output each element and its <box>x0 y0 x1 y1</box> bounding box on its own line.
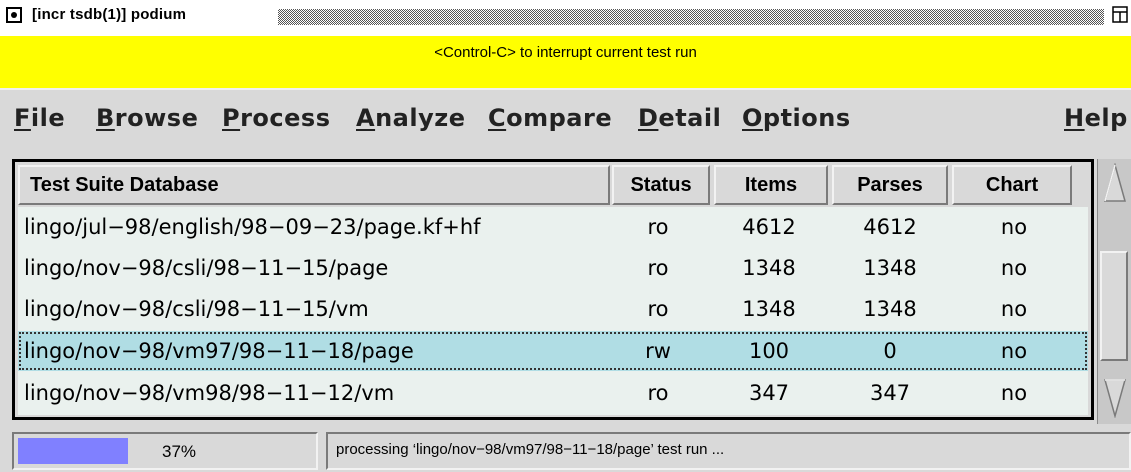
table-row[interactable]: lingo/jul−98/english/98−09−23/page.kf+hf… <box>18 207 1088 247</box>
menu-help-mnemonic: H <box>1064 104 1085 132</box>
menu-browse-label: rowse <box>114 104 199 132</box>
menu-file-mnemonic: F <box>14 104 31 132</box>
cell-parses: 1348 <box>863 256 917 280</box>
interrupt-banner-text: <Control-C> to interrupt current test ru… <box>434 44 697 61</box>
cell-status: ro <box>647 215 669 239</box>
menu-process-label: rocess <box>240 104 331 132</box>
cell-items: 1348 <box>742 256 796 280</box>
column-header-status[interactable]: Status <box>612 165 710 205</box>
menu-detail-mnemonic: D <box>638 104 659 132</box>
cell-parses: 0 <box>883 339 897 363</box>
progress-fill <box>18 438 128 464</box>
cell-status: ro <box>647 256 669 280</box>
cell-items: 1348 <box>742 297 796 321</box>
menu-options[interactable]: Options <box>742 104 851 132</box>
window-title: [incr tsdb(1)] podium <box>32 6 187 23</box>
title-bar: [incr tsdb(1)] podium <box>0 0 1131 36</box>
scroll-down-arrow-icon[interactable] <box>1103 378 1127 419</box>
column-header-parses[interactable]: Parses <box>832 165 948 205</box>
cell-items: 100 <box>748 339 790 363</box>
vertical-scrollbar[interactable] <box>1097 159 1131 424</box>
menu-compare-label: ompare <box>506 104 613 132</box>
cell-chart: no <box>1000 297 1028 321</box>
cell-database: lingo/nov−98/csli/98−11−15/vm <box>24 297 369 321</box>
interrupt-banner: <Control-C> to interrupt current test ru… <box>0 36 1131 88</box>
menu-help[interactable]: Help <box>1064 104 1128 132</box>
cell-chart: no <box>1000 215 1028 239</box>
maximize-icon[interactable] <box>1112 6 1128 24</box>
table-body: lingo/jul−98/english/98−09−23/page.kf+hf… <box>18 207 1088 415</box>
window-menu-icon[interactable] <box>6 7 22 23</box>
cell-items: 347 <box>748 381 790 405</box>
cell-database: lingo/jul−98/english/98−09−23/page.kf+hf <box>24 215 481 239</box>
menu-help-label: elp <box>1084 104 1128 132</box>
table-row[interactable]: lingo/nov−98/csli/98−11−15/vm ro 1348 13… <box>18 289 1088 329</box>
menu-detail-label: etail <box>658 104 722 132</box>
cell-chart: no <box>1000 381 1028 405</box>
menu-options-label: ptions <box>762 104 851 132</box>
column-header-database[interactable]: Test Suite Database <box>18 165 610 205</box>
progress-meter: 37% <box>12 432 318 470</box>
scroll-thumb[interactable] <box>1100 251 1128 361</box>
cell-status: rw <box>645 339 671 363</box>
menu-analyze-mnemonic: A <box>356 104 376 132</box>
progress-percent: 37% <box>162 442 197 461</box>
status-bar: 37% processing ‘lingo/nov−98/vm97/98−11−… <box>0 424 1131 472</box>
table-row[interactable]: lingo/nov−98/vm98/98−11−12/vm ro 347 347… <box>18 373 1088 413</box>
menu-process-mnemonic: P <box>222 104 241 132</box>
menu-browse-mnemonic: B <box>96 104 115 132</box>
cell-parses: 4612 <box>863 215 917 239</box>
cell-database: lingo/nov−98/vm98/98−11−12/vm <box>24 381 395 405</box>
menu-analyze[interactable]: Analyze <box>356 104 465 132</box>
column-header-chart[interactable]: Chart <box>952 165 1072 205</box>
status-message-box: processing ‘lingo/nov−98/vm97/98−11−18/p… <box>326 432 1131 470</box>
cell-status: ro <box>647 381 669 405</box>
title-bar-drag-area[interactable] <box>278 9 1104 25</box>
menu-compare-mnemonic: C <box>488 104 507 132</box>
cell-database: lingo/nov−98/vm97/98−11−18/page <box>24 339 414 363</box>
menu-file[interactable]: File <box>14 104 65 132</box>
cell-chart: no <box>1000 256 1028 280</box>
menu-file-label: ile <box>30 104 66 132</box>
column-header-items[interactable]: Items <box>714 165 828 205</box>
table-row-selected[interactable]: lingo/nov−98/vm97/98−11−18/page rw 100 0… <box>18 331 1088 371</box>
menu-bar: File Browse Process Analyze Compare Deta… <box>0 88 1131 152</box>
cell-chart: no <box>1000 339 1028 363</box>
status-message: processing ‘lingo/nov−98/vm97/98−11−18/p… <box>336 441 725 458</box>
table-row[interactable]: lingo/nov−98/csli/98−11−15/page ro 1348 … <box>18 248 1088 288</box>
cell-status: ro <box>647 297 669 321</box>
cell-parses: 1348 <box>863 297 917 321</box>
cell-parses: 347 <box>869 381 911 405</box>
menu-compare[interactable]: Compare <box>488 104 612 132</box>
menu-process[interactable]: Process <box>222 104 331 132</box>
cell-database: lingo/nov−98/csli/98−11−15/page <box>24 256 389 280</box>
menu-detail[interactable]: Detail <box>638 104 721 132</box>
test-suite-table: Test Suite Database Status Items Parses … <box>12 159 1094 420</box>
scroll-up-arrow-icon[interactable] <box>1103 162 1127 203</box>
menu-browse[interactable]: Browse <box>96 104 198 132</box>
menu-options-mnemonic: O <box>742 104 763 132</box>
menu-analyze-label: nalyze <box>375 104 466 132</box>
cell-items: 4612 <box>742 215 796 239</box>
